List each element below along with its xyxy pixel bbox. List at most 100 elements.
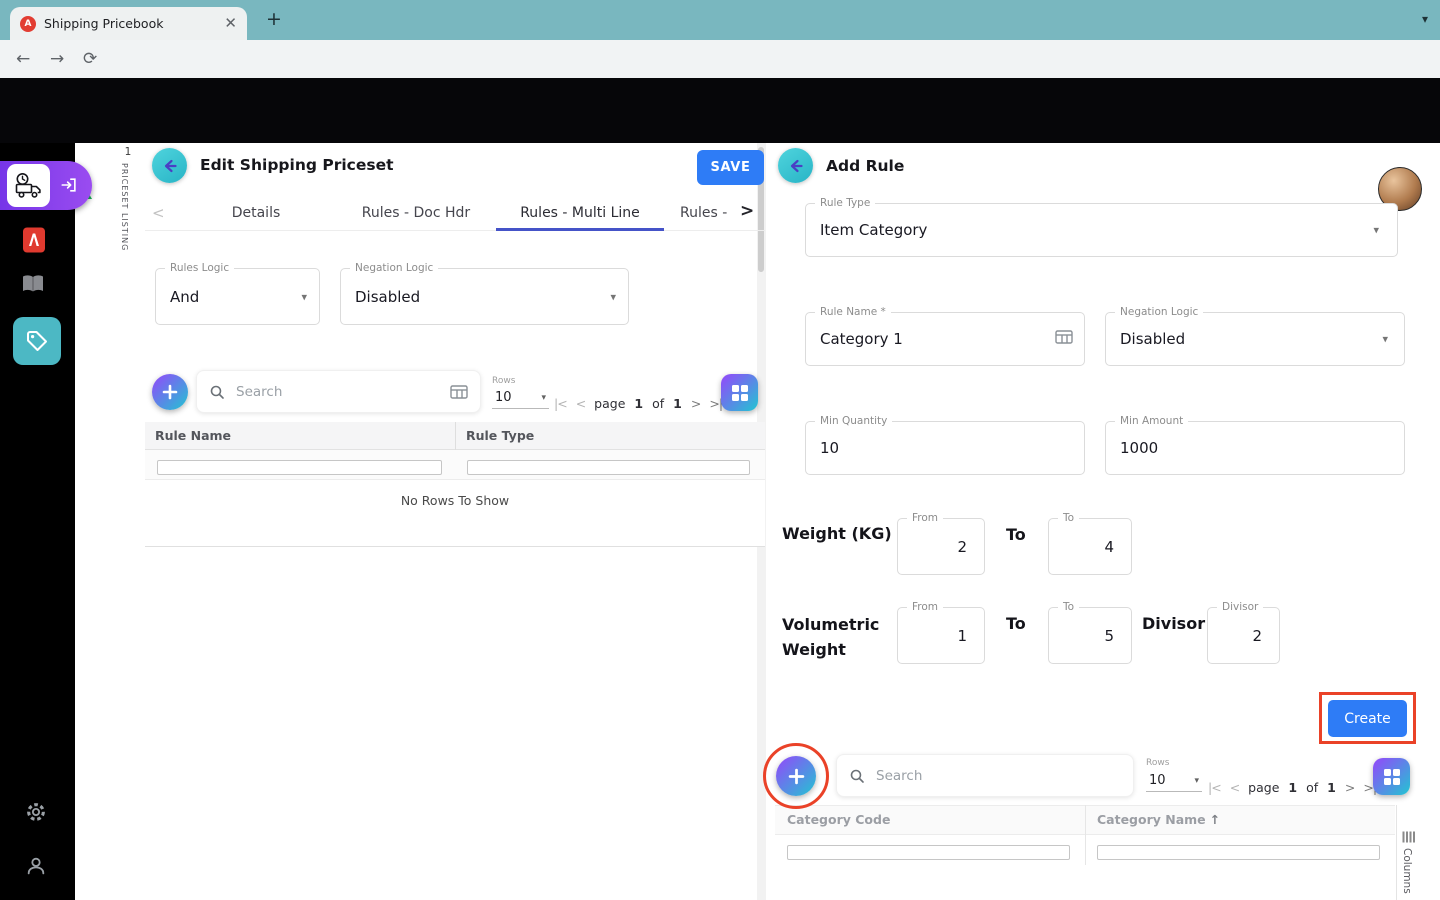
next-page-icon[interactable]: > <box>691 396 700 411</box>
negation-logic-select[interactable]: Negation Logic Disabled ▾ <box>340 268 629 325</box>
add-rule-title: Add Rule <box>826 157 904 175</box>
rule-type-filter-input[interactable] <box>467 460 750 475</box>
tab-rules-truncated[interactable]: Rules - <box>680 195 736 230</box>
screen: A Shipping Pricebook ✕ + ▾ ← → ⟳ akaun.c… <box>0 0 1440 900</box>
weight-to-field[interactable]: To 4 <box>1048 518 1132 575</box>
volumetric-to-value: 5 <box>1059 608 1114 663</box>
category-code-filter-input[interactable] <box>787 845 1070 860</box>
rail-item-pricebook[interactable] <box>13 317 61 365</box>
divisor-word: Divisor <box>1142 614 1205 633</box>
column-header-category-code[interactable]: Category Code <box>787 812 890 827</box>
tab-rules-multi-line[interactable]: Rules - Multi Line <box>496 195 664 230</box>
browser-tab[interactable]: A Shipping Pricebook ✕ <box>10 7 247 40</box>
of-word: of <box>652 396 664 411</box>
rules-pagination: |< < page 1 of 1 > >| <box>554 392 722 414</box>
rule-negation-logic-select[interactable]: Negation Logic Disabled ▾ <box>1105 312 1405 366</box>
save-button[interactable]: SAVE <box>697 150 764 185</box>
rules-search-input[interactable] <box>234 383 441 401</box>
prev-page-icon[interactable]: < <box>576 396 585 411</box>
volumetric-from-value: 1 <box>908 608 967 663</box>
tab-title: Shipping Pricebook <box>44 16 216 31</box>
category-grid-view-button[interactable] <box>1373 758 1410 795</box>
next-page-icon[interactable]: > <box>1345 780 1354 795</box>
volumetric-from-field[interactable]: From 1 <box>897 607 985 664</box>
reload-icon[interactable]: ⟳ <box>83 49 97 69</box>
column-header-category-name[interactable]: Category Name ↑ <box>1097 812 1220 827</box>
vertical-tab-badge: 1 <box>121 146 135 158</box>
rail-item-settings[interactable] <box>25 801 47 823</box>
pdf-icon <box>22 227 46 253</box>
category-search-input[interactable] <box>874 767 1121 785</box>
tab-rules-doc-hdr[interactable]: Rules - Doc Hdr <box>341 195 491 230</box>
rule-type-select[interactable]: Rule Type Item Category ▾ <box>805 203 1398 257</box>
rows-value: 10 <box>1149 773 1166 788</box>
column-divider <box>1085 805 1086 865</box>
chevron-down-icon: ▾ <box>301 290 307 303</box>
browser-tabstrip: A Shipping Pricebook ✕ + ▾ <box>0 0 1440 40</box>
columns-icon <box>1402 830 1416 844</box>
rows-value: 10 <box>495 390 512 405</box>
min-amount-field[interactable]: Min Amount 1000 <box>1105 421 1405 475</box>
volumetric-weight-label: Volumetric Weight <box>782 612 879 662</box>
new-tab-button[interactable]: + <box>262 8 286 32</box>
tab-search-chevron-icon[interactable]: ▾ <box>1422 12 1428 26</box>
category-name-filter-input[interactable] <box>1097 845 1380 860</box>
rail-item-account[interactable] <box>25 855 47 877</box>
rule-name-filter-input[interactable] <box>157 460 442 475</box>
rules-search-box[interactable] <box>196 370 481 413</box>
rule-name-value: Category 1 <box>820 313 1054 365</box>
active-tab-underline <box>496 228 664 231</box>
columns-panel-label[interactable]: Columns <box>1401 848 1413 894</box>
first-page-icon[interactable]: |< <box>554 396 567 411</box>
add-rule-back-button[interactable] <box>778 148 813 183</box>
tab-close-icon[interactable]: ✕ <box>224 16 237 31</box>
rows-per-page-select[interactable]: 10 ▾ <box>492 388 549 409</box>
edit-priceset-back-button[interactable] <box>152 148 187 183</box>
rail-item-shipping-pricebook[interactable] <box>0 161 92 210</box>
truck-clock-icon <box>14 172 44 200</box>
rules-logic-value: And <box>170 269 289 324</box>
add-category-annotation-circle <box>763 743 829 809</box>
rail-item-pdf[interactable] <box>22 227 46 253</box>
volumetric-to-field[interactable]: To 5 <box>1048 607 1132 664</box>
add-rule-line-button[interactable] <box>152 374 188 410</box>
weight-to-word: To <box>1006 525 1026 544</box>
category-search-box[interactable] <box>836 754 1134 797</box>
grid-icon <box>1383 768 1401 786</box>
forward-icon[interactable]: → <box>50 49 64 69</box>
person-icon <box>25 855 47 877</box>
create-annotation-rectangle <box>1319 692 1416 744</box>
back-icon[interactable]: ← <box>16 49 30 69</box>
page-word: page <box>1248 780 1279 795</box>
weight-from-field[interactable]: From 2 <box>897 518 985 575</box>
category-pagination: |< < page 1 of 1 > >| <box>1208 776 1376 798</box>
back-arrow-icon <box>161 157 179 175</box>
rules-table-empty-state: No Rows To Show <box>145 480 765 547</box>
category-rows-per-page-select[interactable]: 10 ▾ <box>1146 771 1202 792</box>
grid-icon <box>731 384 749 402</box>
divisor-field[interactable]: Divisor 2 <box>1207 607 1280 664</box>
min-quantity-value: 10 <box>820 422 1054 474</box>
column-header-rule-type[interactable]: Rule Type <box>466 428 534 443</box>
divisor-value: 2 <box>1218 608 1262 663</box>
column-header-rule-name[interactable]: Rule Name <box>155 428 231 443</box>
tab-details[interactable]: Details <box>206 195 306 230</box>
grid-view-button[interactable] <box>721 374 758 411</box>
search-icon <box>849 768 865 784</box>
gear-icon <box>25 801 47 823</box>
prev-page-icon[interactable]: < <box>1230 780 1239 795</box>
min-quantity-field[interactable]: Min Quantity 10 <box>805 421 1085 475</box>
first-page-icon[interactable]: |< <box>1208 780 1221 795</box>
lookup-table-icon[interactable] <box>1055 329 1073 349</box>
rail-item-docs[interactable] <box>20 273 46 295</box>
login-arrow-icon <box>60 176 78 198</box>
vertical-tab-label: PRICESET LISTING <box>120 163 129 251</box>
rules-logic-select[interactable]: Rules Logic And ▾ <box>155 268 320 325</box>
tabs-scroll-right-icon[interactable]: > <box>740 201 754 221</box>
shipping-truck-tile <box>7 164 50 207</box>
chevron-down-icon: ▾ <box>1373 224 1379 237</box>
rule-type-value: Item Category <box>820 204 1367 256</box>
tabs-scroll-left-icon[interactable]: < <box>152 204 165 222</box>
rule-name-field[interactable]: Rule Name * Category 1 <box>805 312 1085 366</box>
advanced-filter-table-icon[interactable] <box>450 384 468 400</box>
